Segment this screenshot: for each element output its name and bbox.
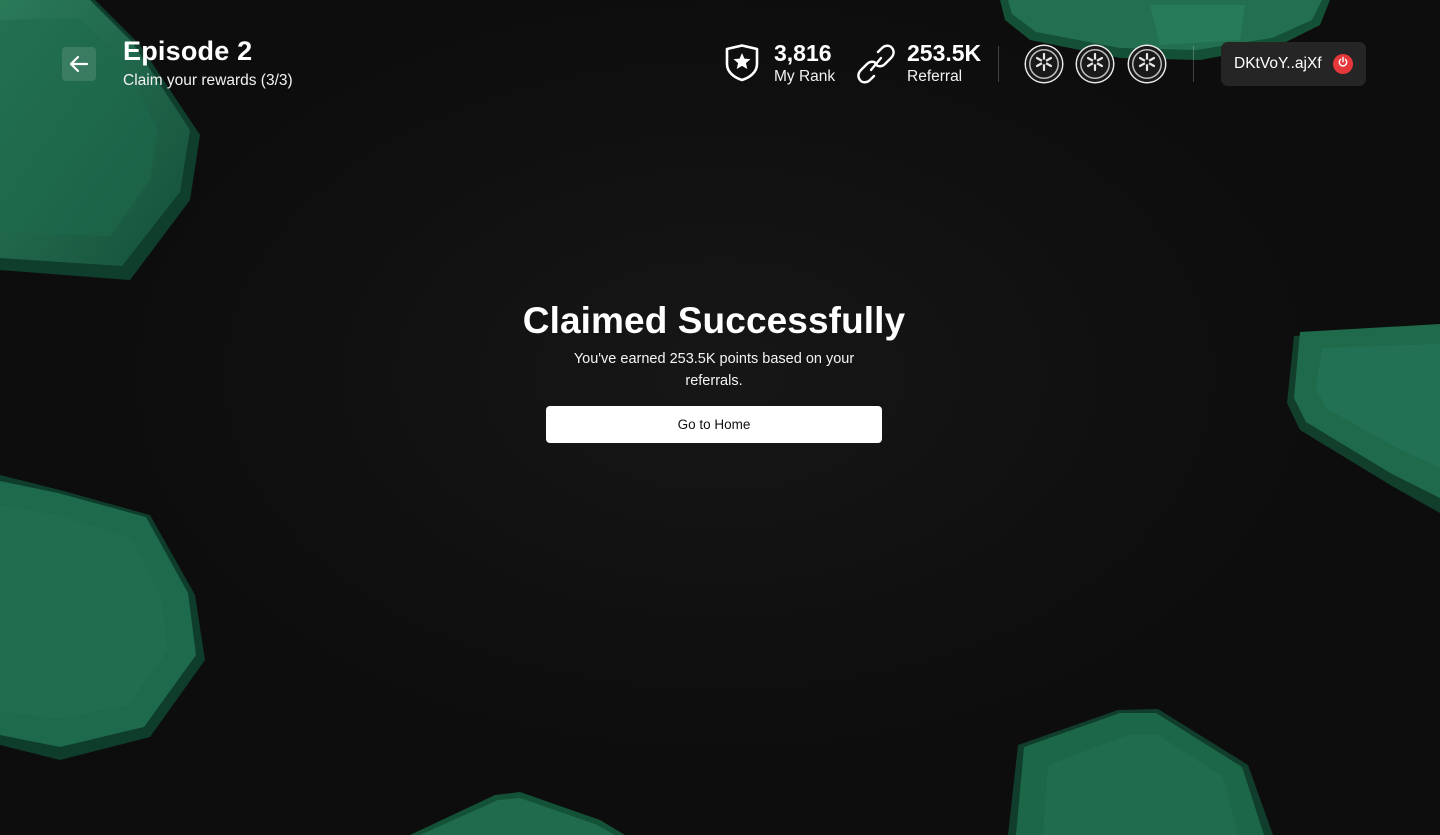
rank-shield-icon: [724, 44, 760, 87]
link-icon: [857, 44, 895, 89]
go-home-button[interactable]: Go to Home: [546, 406, 882, 443]
success-title: Claimed Successfully: [522, 300, 906, 341]
disconnect-button[interactable]: [1333, 54, 1353, 74]
referral-label: Referral: [907, 68, 963, 85]
wallet-button[interactable]: DKtVoY..ajXf: [1221, 42, 1366, 86]
power-icon: [1337, 55, 1349, 73]
success-message: You've earned 253.5K points based on you…: [573, 351, 855, 389]
header-divider: [1193, 46, 1194, 82]
asterisk-badge-icon: [1085, 52, 1105, 77]
back-button[interactable]: [62, 47, 96, 81]
arrow-left-icon: [69, 55, 89, 73]
referral-value: 253.5K: [907, 40, 982, 66]
reward-badge-1[interactable]: [1026, 46, 1062, 82]
page-subtitle: Claim your rewards (3/3): [123, 72, 293, 89]
asterisk-badge-icon: [1137, 52, 1157, 77]
rank-stat: 3,816 My Rank: [724, 40, 854, 90]
rank-value: 3,816: [774, 40, 832, 66]
asterisk-badge-icon: [1034, 52, 1054, 77]
rank-label: My Rank: [774, 68, 836, 85]
page-title: Episode 2: [123, 36, 253, 66]
referral-stat: 253.5K Referral: [857, 40, 997, 90]
top-header: Episode 2 Claim your rewards (3/3) 3,816…: [0, 0, 1440, 130]
reward-badge-2[interactable]: [1077, 46, 1113, 82]
header-divider: [998, 46, 999, 82]
reward-badge-3[interactable]: [1129, 46, 1165, 82]
wallet-address: DKtVoY..ajXf: [1234, 55, 1322, 72]
